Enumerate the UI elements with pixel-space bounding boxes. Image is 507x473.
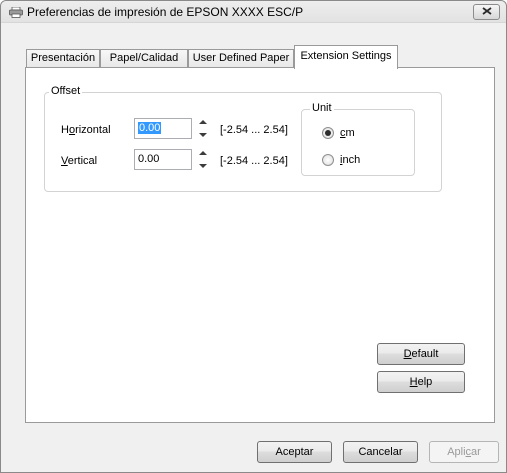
radio-inch[interactable] bbox=[322, 154, 334, 166]
print-preferences-window: Preferencias de impresión de EPSON XXXX … bbox=[0, 0, 507, 473]
accept-button[interactable]: Aceptar bbox=[257, 441, 332, 463]
apply-button[interactable]: Aplicar bbox=[429, 441, 499, 463]
title-bar[interactable]: Preferencias de impresión de EPSON XXXX … bbox=[1, 1, 506, 23]
help-button[interactable]: Help bbox=[377, 371, 465, 393]
unit-option-cm[interactable]: cm bbox=[322, 127, 382, 141]
unit-group: Unit cm inch bbox=[301, 102, 415, 176]
unit-cm-label: cm bbox=[340, 127, 355, 139]
vertical-offset-value: 0.00 bbox=[138, 153, 160, 165]
horizontal-range: [-2.54 ... 2.54] bbox=[220, 124, 288, 136]
offset-group: Offset Horizontal 0.00 [-2.54 ... 2.54] … bbox=[44, 85, 442, 192]
spin-up-icon[interactable] bbox=[199, 151, 207, 155]
tab-label: Papel/Calidad bbox=[109, 52, 179, 64]
unit-option-inch[interactable]: inch bbox=[322, 154, 382, 168]
horizontal-label: Horizontal bbox=[61, 124, 111, 136]
default-button[interactable]: Default bbox=[377, 343, 465, 365]
vertical-offset-input[interactable]: 0.00 bbox=[134, 149, 192, 170]
spin-down-icon[interactable] bbox=[199, 164, 207, 168]
horizontal-offset-value: 0.00 bbox=[138, 122, 162, 134]
vertical-range: [-2.54 ... 2.54] bbox=[220, 155, 288, 167]
tab-user-defined-paper[interactable]: User Defined Paper bbox=[188, 49, 294, 68]
window-title: Preferencias de impresión de EPSON XXXX … bbox=[27, 5, 304, 19]
horizontal-offset-spinner[interactable] bbox=[198, 118, 208, 139]
tab-label: Presentación bbox=[30, 52, 96, 64]
tab-label: User Defined Paper bbox=[192, 52, 290, 64]
printer-icon bbox=[9, 6, 23, 18]
unit-inch-label: inch bbox=[340, 154, 361, 166]
vertical-offset-spinner[interactable] bbox=[198, 149, 208, 170]
tab-presentacion[interactable]: Presentación bbox=[26, 49, 100, 68]
radio-cm[interactable] bbox=[322, 127, 334, 139]
tab-extension-settings[interactable]: Extension Settings bbox=[294, 45, 398, 69]
extension-settings-panel: Offset Horizontal 0.00 [-2.54 ... 2.54] … bbox=[25, 67, 495, 423]
tab-papel-calidad[interactable]: Papel/Calidad bbox=[100, 49, 188, 68]
horizontal-offset-input[interactable]: 0.00 bbox=[134, 118, 192, 139]
spin-up-icon[interactable] bbox=[199, 120, 207, 124]
cancel-button[interactable]: Cancelar bbox=[343, 441, 418, 463]
close-button[interactable] bbox=[473, 4, 500, 20]
unit-group-label: Unit bbox=[310, 102, 334, 114]
offset-group-label: Offset bbox=[49, 85, 83, 97]
vertical-label: Vertical bbox=[61, 155, 98, 167]
spin-down-icon[interactable] bbox=[199, 133, 207, 137]
tab-label: Extension Settings bbox=[300, 50, 392, 62]
close-icon bbox=[481, 6, 492, 18]
